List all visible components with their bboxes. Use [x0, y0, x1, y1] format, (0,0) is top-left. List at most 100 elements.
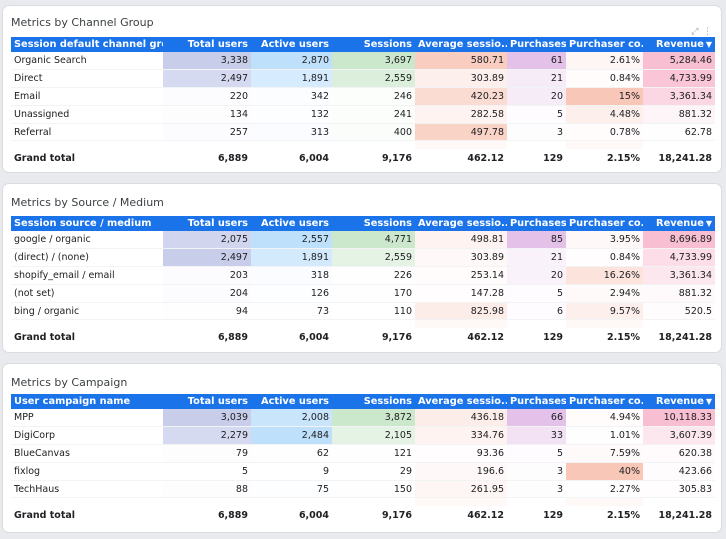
table-row[interactable]: BlueCanvas 79 62 121 93.36 5 7.59% 620.38 — [11, 444, 715, 463]
total-cell: 6,889 — [217, 510, 248, 522]
table-row[interactable]: Organic Search 3,338 2,870 3,697 580.71 61 2.6… — [11, 52, 715, 71]
table-row[interactable]: Direct 2,497 1,891 2,559 303.89 21 0.84% 4,733.… — [11, 69, 715, 89]
row-label: TechHaus — [11, 480, 163, 499]
table-cell — [251, 320, 332, 328]
column-header[interactable]: Revenue ▼ — [643, 37, 715, 52]
table-cell: 1,891 — [251, 69, 332, 89]
total-cell: 462.12 — [467, 332, 504, 344]
row-label: Email — [11, 87, 163, 106]
column-header[interactable]: Purchases — [507, 37, 566, 52]
table-cell: 21 — [507, 248, 566, 268]
table-cell: 1,891 — [251, 248, 332, 268]
table-cell: 40% — [566, 462, 643, 481]
row-label: google / organic — [11, 231, 163, 250]
table-cell: 0.84% — [566, 69, 643, 89]
column-header[interactable]: Sessions — [332, 216, 415, 231]
table-cell: 4.48% — [566, 105, 643, 124]
table-row[interactable]: MPP 3,039 2,008 3,872 436.18 66 4.94% 10,118.33 — [11, 409, 715, 428]
row-label: Organic Search — [11, 52, 163, 71]
table-cell: 257 — [163, 123, 251, 142]
table-cell — [566, 140, 643, 149]
table-row[interactable]: Referral 257 313 400 497.78 3 0.78% 62.78 — [11, 123, 715, 142]
table-cell: 2,557 — [251, 231, 332, 250]
column-header[interactable]: Active users — [251, 37, 332, 52]
table-cell: 498.81 — [415, 231, 507, 250]
column-header[interactable]: Average sessio... — [415, 394, 507, 409]
total-cell: 9,176 — [381, 153, 412, 165]
column-header[interactable]: Purchaser co... — [566, 394, 643, 409]
table-row[interactable]: Email 220 342 246 420.23 20 15% 3,361.34 — [11, 87, 715, 106]
table-row[interactable]: TechHaus 88 75 150 261.95 3 2.27% 305.83 — [11, 480, 715, 499]
sort-desc-icon[interactable]: ▼ — [706, 219, 712, 228]
column-header[interactable]: Session default channel gro... — [11, 37, 163, 52]
table-cell: 132 — [251, 105, 332, 124]
column-header[interactable]: Session source / medium — [11, 216, 163, 231]
table-cell: 150 — [332, 480, 415, 499]
table-cell: 334.76 — [415, 426, 507, 446]
table-cell: 73 — [251, 302, 332, 321]
total-cell: 6,889 — [217, 332, 248, 344]
table-cell: 420.23 — [415, 87, 507, 106]
column-header[interactable]: Purchases — [507, 216, 566, 231]
table-cell: 20 — [507, 87, 566, 106]
column-header[interactable]: Revenue ▼ — [643, 216, 715, 231]
column-header[interactable]: Average sessio... — [415, 37, 507, 52]
column-header[interactable]: Purchases — [507, 394, 566, 409]
table-cell: 4,733.99 — [643, 248, 715, 268]
partial-row — [11, 497, 715, 506]
sort-desc-icon[interactable]: ▼ — [706, 397, 712, 406]
table-cell: 2,075 — [163, 231, 251, 250]
table-cell: 520.5 — [643, 302, 715, 321]
table-row[interactable]: bing / organic 94 73 110 825.98 6 9.57% 520.5 — [11, 302, 715, 321]
row-label: bing / organic — [11, 302, 163, 321]
column-header[interactable]: Purchaser co... — [566, 216, 643, 231]
table-cell — [332, 320, 415, 328]
total-cell: 9,176 — [381, 332, 412, 344]
table-cell: 16.26% — [566, 266, 643, 285]
channel-group-table: Session default channel gro... Total user… — [11, 37, 715, 169]
column-header[interactable]: Active users — [251, 216, 332, 231]
channel-group-card: Metrics by Channel Group ⤢ ⋮ Session def… — [3, 6, 721, 172]
total-cell: 18,241.28 — [658, 153, 713, 165]
table-cell — [163, 141, 251, 149]
table-cell — [251, 141, 332, 149]
column-header[interactable]: Total users — [163, 37, 251, 52]
table-cell: 253.14 — [415, 266, 507, 285]
total-cell: 462.12 — [467, 153, 504, 165]
column-header[interactable]: Revenue ▼ — [643, 394, 715, 409]
table-cell — [507, 320, 566, 328]
table-cell — [332, 498, 415, 506]
grand-total-label: Grand total — [14, 510, 76, 522]
card-tools-icon[interactable]: ⤢ ⋮ — [691, 26, 713, 37]
table-row[interactable]: DigiCorp 2,279 2,484 2,105 334.76 33 1.01% 3,60… — [11, 426, 715, 446]
table-cell: 3,607.39 — [643, 426, 715, 446]
total-cell: 6,004 — [298, 153, 329, 165]
table-row[interactable]: (direct) / (none) 2,497 1,891 2,559 303.89 21… — [11, 248, 715, 268]
total-cell: 9,176 — [381, 510, 412, 522]
column-header[interactable]: Purchaser co... — [566, 37, 643, 52]
table-cell: 3,361.34 — [643, 87, 715, 106]
column-header[interactable]: Average sessio... — [415, 216, 507, 231]
column-header[interactable]: Sessions — [332, 37, 415, 52]
column-header[interactable]: Active users — [251, 394, 332, 409]
table-row[interactable]: google / organic 2,075 2,557 4,771 498.81 85 3… — [11, 231, 715, 250]
table-row[interactable]: fixlog 5 9 29 196.6 3 40% 423.66 — [11, 462, 715, 481]
table-row[interactable]: (not set) 204 126 170 147.28 5 2.94% 881.32 — [11, 284, 715, 303]
column-header[interactable]: Total users — [163, 394, 251, 409]
grand-total-label: Grand total — [14, 332, 76, 344]
column-header[interactable]: User campaign name — [11, 394, 163, 409]
column-header[interactable]: Total users — [163, 216, 251, 231]
table-row[interactable]: shopify_email / email 203 318 226 253.14 20 16… — [11, 266, 715, 285]
source-medium-table: Session source / medium Total users Active… — [11, 216, 715, 348]
table-cell — [643, 141, 715, 149]
header-row: User campaign name Total users Active user… — [11, 394, 715, 409]
table-cell: 261.95 — [415, 480, 507, 499]
table-cell: 3,039 — [163, 409, 251, 428]
column-header[interactable]: Sessions — [332, 394, 415, 409]
table-cell: 0.84% — [566, 248, 643, 268]
table-row[interactable]: Unassigned 134 132 241 282.58 5 4.48% 881.32 — [11, 105, 715, 124]
sort-desc-icon[interactable]: ▼ — [706, 40, 712, 49]
table-cell: 6 — [507, 302, 566, 321]
table-cell: 79 — [163, 444, 251, 463]
total-cell: 129 — [543, 332, 563, 344]
